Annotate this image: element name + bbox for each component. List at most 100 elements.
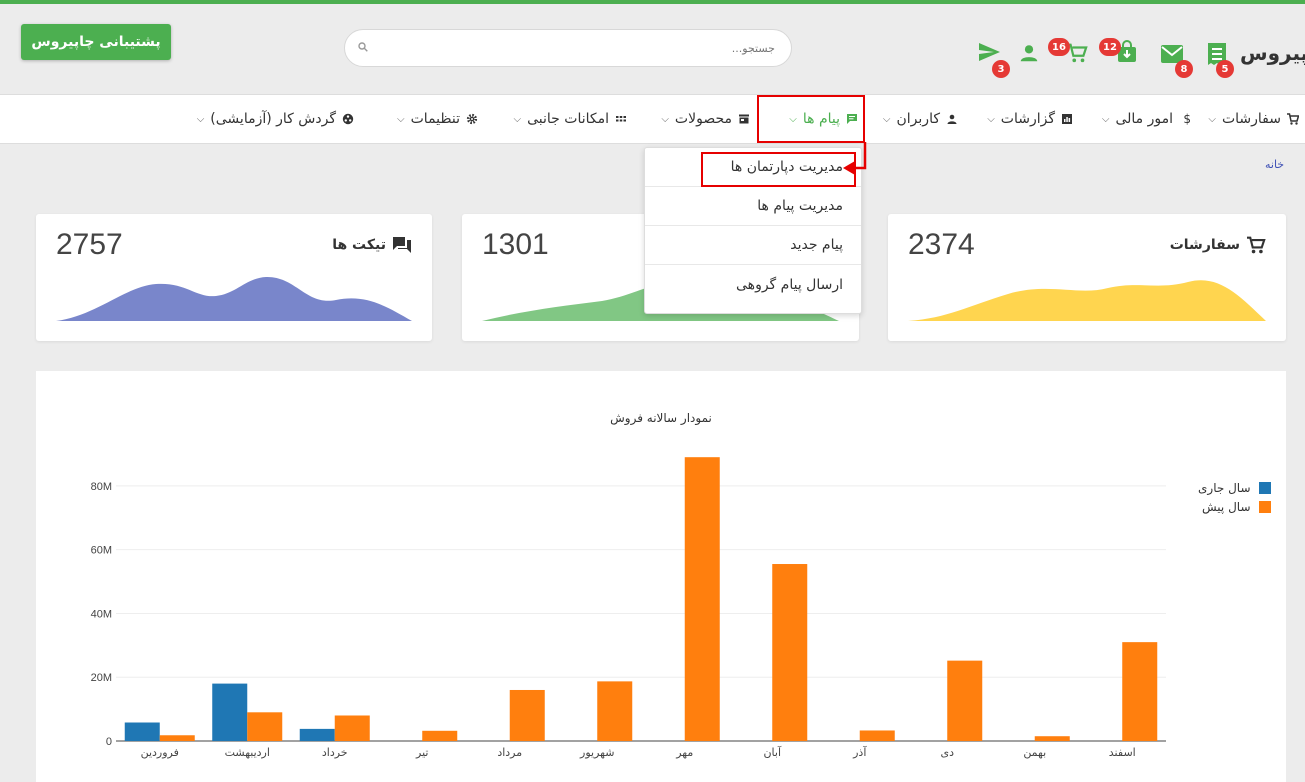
chevron-down-icon: ⌵: [513, 113, 522, 125]
nav-workflow-label: گردش کار (آزمایشی): [210, 111, 336, 127]
y-tick-label: 0: [106, 736, 112, 748]
chevron-down-icon: ⌵: [987, 113, 995, 125]
bar-previous-year[interactable]: [597, 681, 633, 741]
legend-swatch: [1258, 500, 1271, 513]
support-button[interactable]: پشتیبانی چاپیروس: [21, 24, 171, 60]
nav-products[interactable]: محصولات ⌵: [661, 95, 750, 143]
nav-extras-label: امکانات جانبی: [527, 111, 609, 127]
nav-settings-label: تنظیمات: [410, 111, 460, 127]
stat-card-tickets: 2757 تیکت ها: [36, 214, 432, 341]
user-icon: [947, 114, 957, 124]
nav-finance-label: امور مالی: [1115, 111, 1173, 127]
y-tick-label: 80M: [91, 481, 112, 493]
sparkline-orders: [908, 280, 1266, 321]
nav-orders[interactable]: سفارشات ⌵: [1208, 95, 1305, 143]
highlight-box-messages: [757, 95, 865, 143]
chevron-down-icon: ⌵: [397, 113, 405, 125]
cart-icon: [1287, 113, 1299, 125]
chevron-down-icon: ⌵: [1101, 113, 1110, 125]
search-input[interactable]: [375, 30, 775, 66]
workflow-icon: [342, 113, 354, 125]
nav-reports-label: گزارشات: [1000, 111, 1055, 127]
forum-icon: [393, 237, 411, 253]
nav-orders-label: سفارشات: [1221, 111, 1281, 127]
bar-chart: 0 20M 40M 60M 80M فروردین اردیبهشت خرداد تیر مردا…: [91, 457, 1166, 759]
menu-item-group-message[interactable]: ارسال پیام گروهی: [645, 265, 861, 304]
x-tick-label: تیر: [415, 746, 428, 759]
x-tick-label: مهر: [675, 746, 693, 759]
search-box[interactable]: [344, 29, 792, 67]
download-badge: 12: [1099, 38, 1121, 56]
logo-text: چاپیروس: [1240, 41, 1305, 65]
chevron-down-icon: ⌵: [1208, 113, 1216, 125]
cart-icon: [1247, 236, 1266, 254]
bar-previous-year[interactable]: [1122, 642, 1158, 741]
x-tick-label: دی: [940, 746, 954, 759]
bar-previous-year[interactable]: [334, 715, 370, 741]
bar-current-year[interactable]: [124, 722, 160, 741]
bar-current-year[interactable]: [299, 728, 335, 741]
store-icon: [739, 114, 749, 124]
legend-swatch: [1258, 481, 1271, 494]
stat-title-label: تیکت ها: [332, 237, 386, 253]
bar-previous-year[interactable]: [247, 712, 283, 741]
nav-products-label: محصولات: [674, 111, 732, 127]
x-tick-label: فروردین: [141, 746, 179, 759]
gear-icon: [466, 113, 478, 125]
nav-extras[interactable]: امکانات جانبی ⌵: [514, 95, 627, 143]
legend-item-previous-year[interactable]: سال پیش: [1198, 497, 1271, 516]
nav-reports[interactable]: گزارشات ⌵: [987, 95, 1073, 143]
header: پشتیبانی چاپیروس 3 16 12 8 5 چاپیروس: [0, 4, 1305, 94]
x-tick-label: آذر: [852, 745, 867, 759]
stat-title: سفارشات: [1170, 236, 1266, 254]
send-badge: 3: [992, 60, 1010, 78]
x-tick-label: خرداد: [322, 746, 348, 759]
chart-legend: سال جاری سال پیش: [1198, 478, 1271, 516]
chevron-down-icon: ⌵: [661, 113, 669, 125]
annotation-arrow: [843, 142, 867, 175]
legend-label: سال جاری: [1198, 480, 1251, 495]
bar-previous-year[interactable]: [772, 564, 808, 741]
stat-value: 2757: [56, 228, 123, 261]
bar-previous-year[interactable]: [947, 660, 983, 741]
x-tick-label: مرداد: [497, 746, 522, 759]
x-tick-label: شهریور: [579, 746, 614, 759]
legend-item-current-year[interactable]: سال جاری: [1198, 478, 1271, 497]
bar-previous-year[interactable]: [509, 689, 545, 741]
mail-badge: 8: [1175, 60, 1193, 78]
y-tick-label: 40M: [91, 608, 112, 620]
breadcrumb-home[interactable]: خانه: [1265, 158, 1284, 171]
y-tick-label: 20M: [91, 672, 112, 684]
bar-previous-year[interactable]: [422, 730, 458, 741]
chevron-down-icon: ⌵: [882, 113, 891, 125]
y-tick-label: 60M: [91, 545, 112, 557]
x-tick-label: بهمن: [1023, 746, 1046, 759]
highlight-box-departments: [701, 152, 856, 187]
bar-previous-year[interactable]: [859, 730, 895, 741]
stat-value: 1301: [482, 228, 549, 261]
bar-previous-year[interactable]: [684, 457, 720, 741]
cart-badge: 16: [1048, 38, 1070, 56]
report-icon: [1062, 114, 1072, 124]
nav-workflow[interactable]: گردش کار (آزمایشی) ⌵: [197, 95, 354, 143]
x-tick-label: اسفند: [1109, 746, 1136, 759]
bar-previous-year[interactable]: [159, 735, 195, 741]
dollar-icon: $: [1183, 112, 1191, 126]
nav-users[interactable]: کاربران ⌵: [883, 95, 958, 143]
menu-item-new-message[interactable]: پیام جدید: [645, 226, 861, 265]
chevron-down-icon: ⌵: [196, 113, 205, 125]
x-tick-label: آبان: [763, 745, 781, 759]
x-tick-label: اردیبهشت: [225, 746, 270, 759]
menu-item-manage-messages[interactable]: مدیریت پیام ها: [645, 187, 861, 226]
nav-settings[interactable]: تنظیمات ⌵: [397, 95, 478, 143]
nav-finance[interactable]: $ امور مالی ⌵: [1102, 95, 1191, 143]
logo[interactable]: چاپیروس: [1240, 38, 1305, 68]
legend-label: سال پیش: [1202, 499, 1251, 514]
grid-icon: [616, 116, 626, 122]
bar-previous-year[interactable]: [1034, 736, 1070, 741]
user-icon[interactable]: [1018, 42, 1040, 64]
bar-current-year[interactable]: [212, 683, 248, 741]
stat-value: 2374: [908, 228, 975, 261]
main-navbar: سفارشات ⌵ $ امور مالی ⌵ گزارشات ⌵ کاربرا…: [0, 94, 1305, 144]
search-icon: [358, 42, 368, 52]
